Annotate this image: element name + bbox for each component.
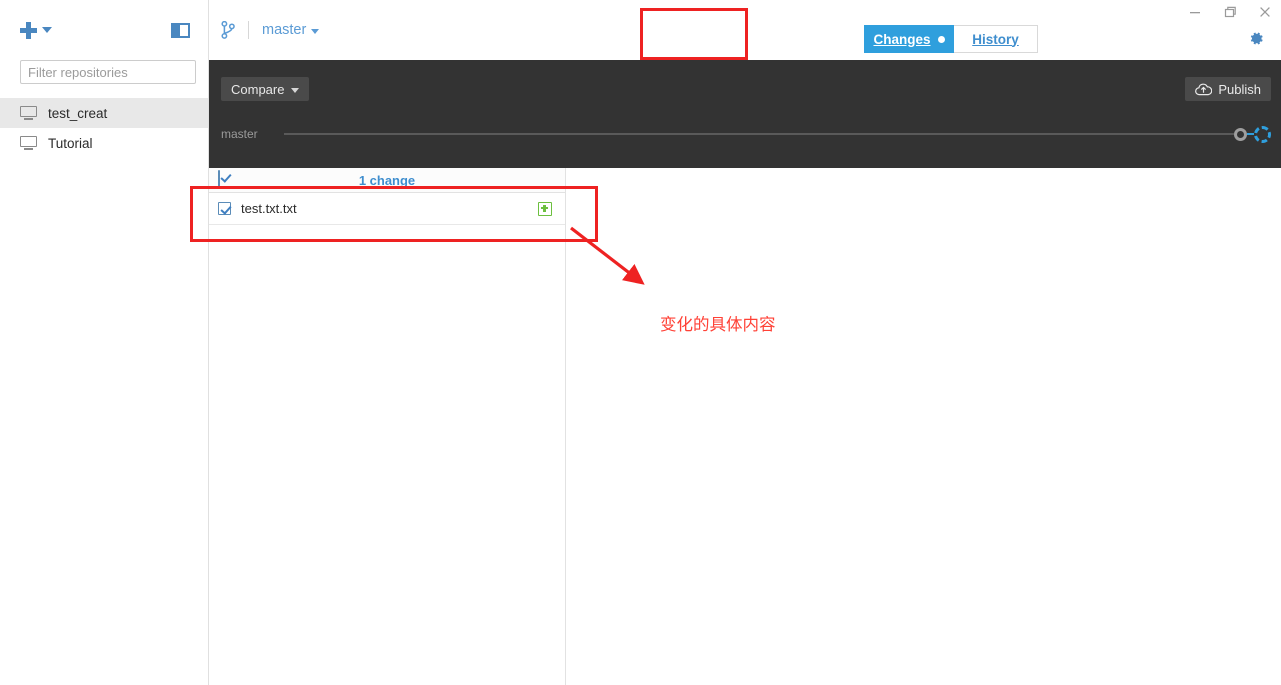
timeline-node-uncommitted[interactable] bbox=[1254, 125, 1271, 143]
compare-button-label: Compare bbox=[231, 81, 285, 97]
sidebar-item-test-creat[interactable]: test_creat bbox=[0, 98, 208, 128]
add-repository-button[interactable] bbox=[20, 21, 52, 39]
branch-name-label: master bbox=[262, 22, 307, 38]
select-all-checkbox[interactable] bbox=[218, 170, 220, 189]
select-all-wrap bbox=[209, 170, 220, 189]
file-checkbox[interactable] bbox=[218, 202, 231, 215]
divider bbox=[248, 21, 249, 39]
timeline-node-commit[interactable] bbox=[1234, 127, 1247, 141]
tab-changes[interactable]: Changes bbox=[864, 25, 954, 53]
close-icon[interactable] bbox=[1257, 4, 1273, 20]
header-bar: master Changes History bbox=[209, 0, 1281, 60]
sidebar: test_creat Tutorial bbox=[0, 0, 209, 685]
tab-changes-label: Changes bbox=[873, 31, 931, 47]
view-tabs: Changes History bbox=[864, 25, 1038, 53]
sidebar-item-tutorial[interactable]: Tutorial bbox=[0, 128, 208, 158]
sidebar-toolbar bbox=[0, 0, 208, 60]
branch-timeline: master bbox=[221, 122, 1271, 146]
plus-badge-icon bbox=[538, 201, 552, 216]
minimize-icon[interactable] bbox=[1187, 4, 1203, 20]
panel-toggle-icon[interactable] bbox=[171, 22, 190, 38]
app-window: test_creat Tutorial master bbox=[0, 0, 1281, 685]
changes-list-header: 1 change bbox=[209, 168, 565, 193]
diff-panel bbox=[566, 168, 1281, 685]
timeline-line bbox=[283, 133, 1234, 135]
chevron-down-icon bbox=[291, 87, 300, 93]
publish-button-label: Publish bbox=[1218, 81, 1261, 97]
timeline-branch-label: master bbox=[221, 127, 258, 141]
repository-name: test_creat bbox=[48, 105, 108, 121]
maximize-icon[interactable] bbox=[1222, 4, 1238, 20]
gear-icon[interactable] bbox=[1248, 30, 1265, 47]
chevron-down-icon bbox=[311, 29, 320, 34]
window-controls bbox=[1187, 4, 1273, 20]
chevron-down-icon bbox=[42, 27, 52, 33]
timeline-connector bbox=[1247, 132, 1254, 136]
unsaved-changes-dot-icon bbox=[937, 35, 945, 43]
monitor-icon bbox=[20, 106, 37, 120]
publish-button[interactable]: Publish bbox=[1185, 77, 1271, 101]
repository-name: Tutorial bbox=[48, 135, 93, 151]
repository-list: test_creat Tutorial bbox=[0, 98, 208, 158]
file-name-label: test.txt.txt bbox=[241, 201, 297, 216]
tab-history[interactable]: History bbox=[954, 25, 1038, 53]
plus-icon bbox=[20, 21, 37, 39]
monitor-icon bbox=[20, 136, 37, 150]
compare-button[interactable]: Compare bbox=[221, 77, 310, 101]
filter-repositories-input[interactable] bbox=[20, 60, 196, 84]
tab-history-label: History bbox=[972, 31, 1019, 47]
branch-icon bbox=[221, 21, 235, 39]
changed-files-panel: 1 change test.txt.txt bbox=[209, 168, 566, 685]
filter-repositories-wrap bbox=[0, 60, 208, 84]
changes-body: 1 change test.txt.txt bbox=[209, 168, 1281, 685]
branch-selector[interactable]: master bbox=[209, 0, 320, 60]
changes-count-label: 1 change bbox=[358, 172, 416, 188]
repository-toolbar: Compare Publish master bbox=[209, 60, 1281, 168]
cloud-upload-icon bbox=[1195, 83, 1213, 95]
main-area: master Changes History Compare Publish m… bbox=[209, 0, 1281, 685]
table-row[interactable]: test.txt.txt bbox=[209, 193, 565, 225]
